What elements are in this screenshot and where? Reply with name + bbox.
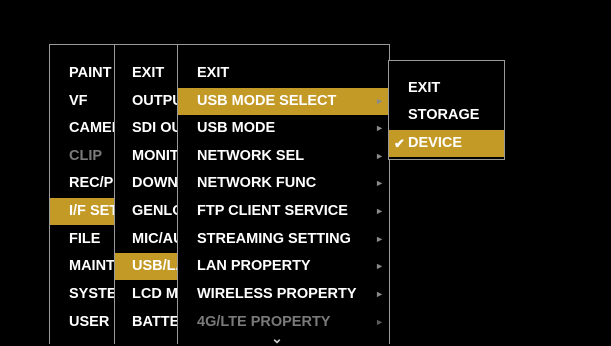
menu-item-storage[interactable]: STORAGE [389,102,504,129]
menu-item-usb-mode-select[interactable]: USB MODE SELECT ► [178,88,389,115]
menu-item-label: NETWORK FUNC [197,175,317,191]
menu-column-usb-lan: EXIT USB MODE SELECT ► USB MODE ► NETWORK … [177,44,390,344]
menu-item-label: STORAGE [408,107,480,123]
menu-item-clip[interactable]: CLIP [50,143,117,170]
menu-item-sdi-out[interactable]: SDI OUT [115,115,180,142]
checkmark-icon: ✔ [394,136,405,151]
menu-item-wireless-property[interactable]: WIRELESS PROPERTY ► [178,281,389,308]
menu-item-battery[interactable]: BATTERY [115,309,180,336]
menu-item-label: 4G/LTE PROPERTY [197,314,331,330]
submenu-arrow-icon: ► [375,234,384,244]
menu-item-rec-pb[interactable]: REC/PB [50,170,117,197]
menu-column-usb-mode-select: EXIT STORAGE ✔ DEVICE [388,60,505,160]
menu-item-exit[interactable]: EXIT [389,75,504,102]
menu-item-label: NETWORK SEL [197,148,305,164]
menu-item-label: DEVICE [408,135,462,151]
menu-item-mic-audio[interactable]: MIC/AUDIO [115,226,180,253]
menu-item-label: STREAMING SETTING [197,231,351,247]
menu-item-network-sel[interactable]: NETWORK SEL ► [178,143,389,170]
menu-item-label: USB MODE [197,120,276,136]
menu-item-monitor[interactable]: MONITOR [115,143,180,170]
menu-item-paint[interactable]: PAINT [50,60,117,87]
menu-item-label: WIRELESS PROPERTY [197,286,357,302]
menu-item-label: USB MODE SELECT [197,93,337,109]
menu-item-network-func[interactable]: NETWORK FUNC ► [178,170,389,197]
menu-column-if-setup: EXIT OUTPUT SDI OUT MONITOR DOWN CONV GE… [114,44,180,344]
submenu-arrow-icon: ► [375,317,384,327]
menu-item-camera[interactable]: CAMERA [50,115,117,142]
menu-item-output[interactable]: OUTPUT [115,88,180,115]
menu-item-exit[interactable]: EXIT [178,60,389,87]
menu-item-file[interactable]: FILE [50,226,117,253]
menu-item-label: LAN PROPERTY [197,258,311,274]
menu-item-if-setup[interactable]: I/F SETUP [50,198,117,225]
menu-item-usb-mode[interactable]: USB MODE ► [178,115,389,142]
submenu-arrow-icon: ► [375,289,384,299]
menu-item-ftp-client-service[interactable]: FTP CLIENT SERVICE ► [178,198,389,225]
menu-item-device[interactable]: ✔ DEVICE [389,130,504,157]
submenu-arrow-icon: ► [375,151,384,161]
submenu-arrow-icon: ► [375,123,384,133]
menu-item-down-conv[interactable]: DOWN CONV [115,170,180,197]
scroll-down-icon[interactable]: ⌄ [269,331,285,345]
menu-item-usb-lan[interactable]: USB/LAN [115,253,180,280]
menu-item-lcd-monitor[interactable]: LCD MONITOR [115,281,180,308]
menu-column-main: PAINT VF CAMERA CLIP REC/PB I/F SETUP FI… [49,44,117,344]
menu-item-label: FTP CLIENT SERVICE [197,203,348,219]
submenu-arrow-icon: ► [375,206,384,216]
submenu-arrow-icon: ► [375,178,384,188]
submenu-arrow-icon: ► [375,261,384,271]
menu-item-genlock[interactable]: GENLOCK [115,198,180,225]
menu-item-user[interactable]: USER [50,309,117,336]
submenu-arrow-icon: ► [375,96,384,106]
menu-item-exit[interactable]: EXIT [115,60,180,87]
menu-item-streaming-setting[interactable]: STREAMING SETTING ► [178,226,389,253]
menu-item-lan-property[interactable]: LAN PROPERTY ► [178,253,389,280]
menu-item-maintenance[interactable]: MAINTENANCE [50,253,117,280]
menu-item-system[interactable]: SYSTEM [50,281,117,308]
menu-item-label: EXIT [197,65,230,81]
menu-item-vf[interactable]: VF [50,88,117,115]
menu-item-label: EXIT [408,80,441,96]
